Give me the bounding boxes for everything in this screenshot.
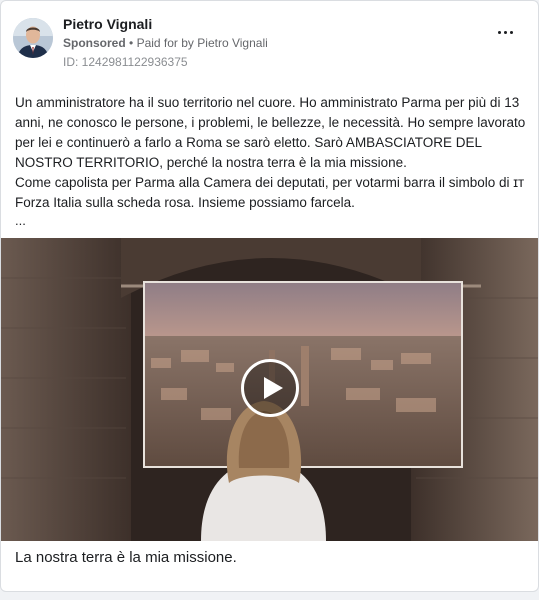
play-icon[interactable]	[241, 359, 299, 417]
sponsored-line: Sponsored • Paid for by Pietro Vignali	[63, 36, 268, 50]
ad-body-paragraph-2: Come capolista per Parma alla Camera dei…	[15, 175, 525, 210]
sponsored-label: Sponsored	[63, 36, 126, 50]
ad-body-paragraph-1: Un amministratore ha il suo territorio n…	[15, 95, 526, 170]
library-id: ID: 1242981122936375	[63, 55, 188, 69]
paid-for-prefix: Paid for by	[136, 36, 194, 50]
paid-for-name: Pietro Vignali	[197, 36, 268, 50]
ad-body-text: Un amministratore ha il suo territorio n…	[15, 93, 527, 213]
link-caption[interactable]: La nostra terra è la mia missione.	[15, 549, 237, 566]
advertiser-avatar[interactable]	[13, 18, 53, 58]
separator-dot: •	[129, 36, 134, 50]
advertiser-name[interactable]: Pietro Vignali	[63, 16, 152, 32]
ad-header: Pietro Vignali Sponsored • Paid for by P…	[1, 1, 538, 81]
ad-video[interactable]	[1, 238, 538, 541]
see-more-ellipsis[interactable]: ...	[15, 213, 26, 228]
more-options-icon[interactable]	[496, 23, 516, 43]
ad-card: Pietro Vignali Sponsored • Paid for by P…	[0, 0, 539, 592]
